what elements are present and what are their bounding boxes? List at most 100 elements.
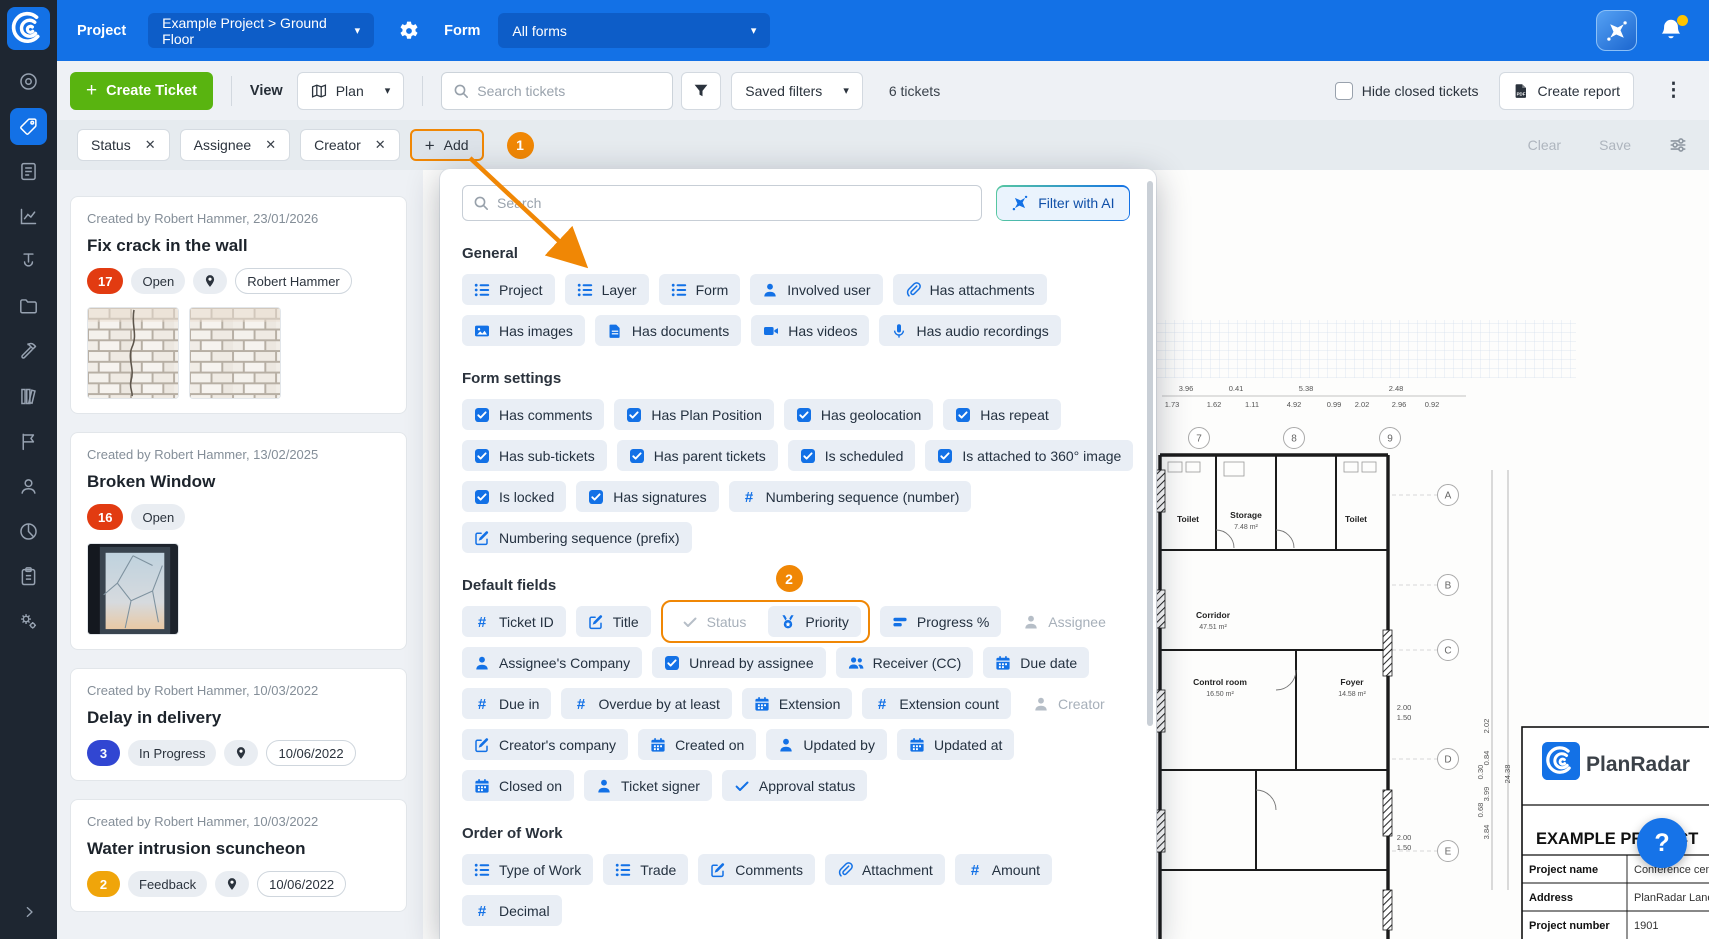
ticket-card[interactable]: Created by Robert Hammer, 10/03/2022 Wat… <box>70 799 407 912</box>
ticket-extra-badge: 10/06/2022 <box>266 740 355 766</box>
sidebar-item-settings[interactable] <box>10 603 47 640</box>
unread-by-assignee-filter-option[interactable]: Unread by assignee <box>652 647 826 678</box>
has-documents-filter-option[interactable]: Has documents <box>595 315 741 346</box>
ticket-card[interactable]: Created by Robert Hammer, 13/02/2025 Bro… <box>70 432 407 650</box>
hide-closed-tickets-checkbox[interactable]: Hide closed tickets <box>1335 82 1479 100</box>
filter-chip-label: Status <box>91 137 131 153</box>
updated-by-filter-option[interactable]: Updated by <box>766 729 887 760</box>
extension-count-filter-option[interactable]: #Extension count <box>862 688 1011 719</box>
panel-scrollbar[interactable] <box>1147 181 1153 726</box>
type-of-work-filter-option[interactable]: Type of Work <box>462 854 593 885</box>
project-selector[interactable]: Example Project > Ground Floor ▾ <box>148 13 374 48</box>
due-in-filter-option[interactable]: #Due in <box>462 688 551 719</box>
notifications-bell-icon[interactable] <box>1659 18 1685 44</box>
progress-filter-option[interactable]: Progress % <box>880 606 1001 637</box>
due-date-filter-option[interactable]: Due date <box>983 647 1089 678</box>
created-on-filter-option[interactable]: Created on <box>638 729 756 760</box>
comments-filter-option[interactable]: Comments <box>698 854 815 885</box>
attachment-filter-option[interactable]: Attachment <box>825 854 945 885</box>
filter-search-input[interactable] <box>497 195 971 211</box>
has-audio-recordings-filter-option[interactable]: Has audio recordings <box>879 315 1060 346</box>
sidebar-item-hook[interactable] <box>10 243 47 280</box>
involved-user-filter-option[interactable]: Involved user <box>750 274 882 305</box>
checkbox-unchecked[interactable] <box>1335 82 1353 100</box>
has-geolocation-filter-option[interactable]: Has geolocation <box>784 399 933 430</box>
filter-settings-sliders-icon[interactable] <box>1669 136 1687 154</box>
sidebar-item-forms[interactable] <box>10 153 47 190</box>
filter-chip-status[interactable]: Status ✕ <box>77 129 170 161</box>
filter-chip-assignee[interactable]: Assignee✕ <box>180 129 291 161</box>
numbering-sequence-number-filter-option[interactable]: #Numbering sequence (number) <box>729 481 972 512</box>
ticket-card[interactable]: Created by Robert Hammer, 23/01/2026 Fix… <box>70 196 407 414</box>
help-button[interactable]: ? <box>1637 818 1687 868</box>
add-filter-button[interactable]: + Add <box>410 129 484 161</box>
sidebar-item-library[interactable] <box>10 378 47 415</box>
sidebar-item-insights[interactable] <box>10 513 47 550</box>
planradar-logo[interactable] <box>7 7 50 50</box>
ticket-photo-thumbnail[interactable] <box>189 307 281 399</box>
sidebar-item-tickets[interactable] <box>10 108 47 145</box>
view-mode-selector[interactable]: Plan ▾ <box>297 72 405 110</box>
assignee-filter-option: Assignee <box>1011 606 1118 637</box>
updated-at-filter-option[interactable]: Updated at <box>897 729 1015 760</box>
ai-assistant-button[interactable] <box>1596 10 1637 51</box>
create-ticket-button[interactable]: + Create Ticket <box>70 72 213 110</box>
has-signatures-filter-option[interactable]: Has signatures <box>576 481 718 512</box>
sidebar-collapse-button[interactable] <box>10 897 47 927</box>
filter-chip-creator[interactable]: Creator✕ <box>300 129 400 161</box>
has-attachments-filter-option[interactable]: Has attachments <box>893 274 1047 305</box>
ticket-card[interactable]: Created by Robert Hammer, 10/03/2022 Del… <box>70 668 407 781</box>
ticket-photo-thumbnail[interactable] <box>87 307 179 399</box>
more-options-kebab-icon[interactable]: ⋮ <box>1656 79 1691 102</box>
trade-filter-option[interactable]: Trade <box>603 854 688 885</box>
hash-icon: # <box>474 903 490 919</box>
create-report-button[interactable]: PDF Create report <box>1499 72 1634 110</box>
priority-filter-option[interactable]: Priority <box>768 606 861 637</box>
sidebar-item-explore[interactable] <box>10 63 47 100</box>
overdue-by-at-least-filter-option[interactable]: #Overdue by at least <box>561 688 731 719</box>
sidebar-item-folder[interactable] <box>10 288 47 325</box>
amount-filter-option[interactable]: #Amount <box>955 854 1052 885</box>
saved-filters-dropdown[interactable]: Saved filters ▾ <box>731 72 863 110</box>
assignee-s-company-filter-option[interactable]: Assignee's Company <box>462 647 642 678</box>
sidebar-item-statistics[interactable] <box>10 198 47 235</box>
is-attached-to-360-image-filter-option[interactable]: Is attached to 360° image <box>925 440 1133 471</box>
ticket-photo-thumbnail[interactable] <box>87 543 179 635</box>
filter-funnel-button[interactable] <box>681 72 721 110</box>
numbering-sequence-prefix-filter-option[interactable]: Numbering sequence (prefix) <box>462 522 692 553</box>
has-repeat-filter-option[interactable]: Has repeat <box>943 399 1060 430</box>
has-sub-tickets-filter-option[interactable]: Has sub-tickets <box>462 440 607 471</box>
sidebar-item-flag[interactable] <box>10 423 47 460</box>
has-comments-filter-option[interactable]: Has comments <box>462 399 604 430</box>
sidebar-item-clipboard[interactable] <box>10 558 47 595</box>
extension-filter-option[interactable]: Extension <box>742 688 852 719</box>
sidebar-item-tools[interactable] <box>10 333 47 370</box>
is-scheduled-filter-option[interactable]: Is scheduled <box>788 440 916 471</box>
title-filter-option[interactable]: Title <box>576 606 651 637</box>
has-videos-filter-option[interactable]: Has videos <box>751 315 869 346</box>
form-selector[interactable]: All forms ▾ <box>498 13 770 48</box>
close-icon[interactable]: ✕ <box>375 137 386 153</box>
has-plan-position-filter-option[interactable]: Has Plan Position <box>614 399 774 430</box>
decimal-filter-option[interactable]: #Decimal <box>462 895 562 926</box>
form-filter-option[interactable]: Form <box>659 274 741 305</box>
approval-status-filter-option[interactable]: Approval status <box>722 770 868 801</box>
close-icon[interactable]: ✕ <box>145 137 156 153</box>
filter-with-ai-button[interactable]: Filter with AI <box>996 185 1130 221</box>
ticket-search-input[interactable] <box>477 83 661 99</box>
ticket-signer-filter-option[interactable]: Ticket signer <box>584 770 712 801</box>
closed-on-filter-option[interactable]: Closed on <box>462 770 574 801</box>
project-filter-option[interactable]: Project <box>462 274 555 305</box>
has-parent-tickets-filter-option[interactable]: Has parent tickets <box>617 440 778 471</box>
project-settings-gear-icon[interactable] <box>398 20 420 42</box>
close-icon[interactable]: ✕ <box>265 137 276 153</box>
layer-filter-option[interactable]: Layer <box>565 274 649 305</box>
is-locked-filter-option[interactable]: Is locked <box>462 481 566 512</box>
receiver-cc-filter-option[interactable]: Receiver (CC) <box>836 647 974 678</box>
clear-filters-button[interactable]: Clear <box>1528 137 1561 153</box>
creator-s-company-filter-option[interactable]: Creator's company <box>462 729 628 760</box>
sidebar-item-contacts[interactable] <box>10 468 47 505</box>
save-filters-button[interactable]: Save <box>1599 137 1631 153</box>
ticket-id-filter-option[interactable]: #Ticket ID <box>462 606 566 637</box>
has-images-filter-option[interactable]: Has images <box>462 315 585 346</box>
